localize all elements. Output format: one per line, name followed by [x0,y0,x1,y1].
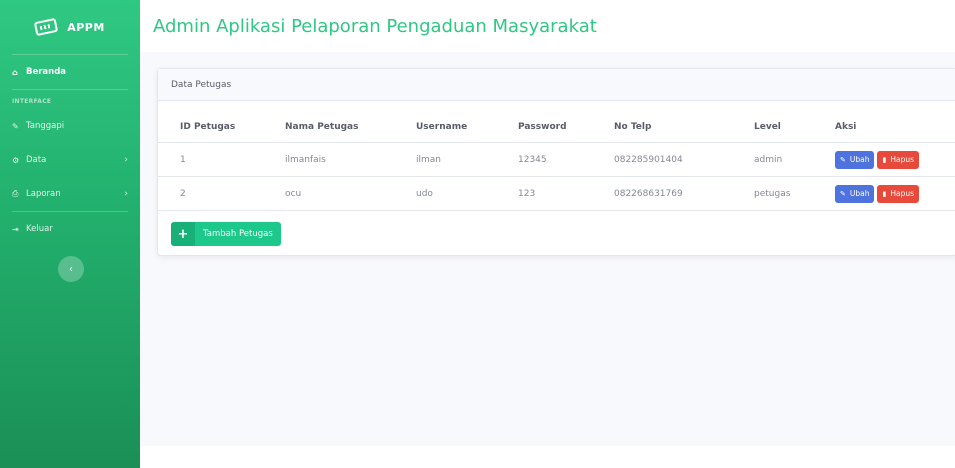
column-header: Level [754,121,781,132]
cell-password: 123 [518,188,536,199]
plus-icon: + [171,222,195,246]
sidebar-item-label: Tanggapi [26,121,65,131]
sidebar-item-label: Beranda [26,67,67,77]
cell-nama: ocu [285,188,302,199]
brand-name: APPM [67,20,105,34]
column-header: ID Petugas [180,121,236,132]
cell-username: udo [416,188,433,199]
edit-button-label: Ubah [849,189,870,198]
petugas-card: Data Petugas ID Petugas Nama Petugas Use… [157,68,955,256]
cell-nama: ilmanfais [285,154,326,165]
edit-button-label: Ubah [849,155,870,164]
print-icon: ⎙ [12,189,19,198]
gear-icon: ⚙ [12,155,20,165]
column-header: Username [416,121,468,132]
petugas-table: ID Petugas Nama Petugas Username Passwor… [158,111,955,211]
cell-actions: ✎ Ubah ▮ Hapus [835,177,920,210]
table-header-row: ID Petugas Nama Petugas Username Passwor… [158,111,955,143]
cell-password: 12345 [518,154,547,165]
sidebar-toggle-button[interactable]: ‹ [58,256,84,282]
delete-button-label: Hapus [890,189,915,198]
topbar: Admin Aplikasi Pelaporan Pengaduan Masya… [140,0,955,52]
cell-telp: 082268631769 [614,188,683,199]
cell-level: petugas [754,188,791,199]
add-petugas-button[interactable]: + Tambah Petugas [171,222,281,246]
cell-level: admin [754,154,783,165]
sidebar-item-keluar[interactable]: ⇥ Keluar [0,212,140,246]
sidebar-item-data[interactable]: ⚙ Data › [0,143,140,177]
column-header: Nama Petugas [285,121,359,132]
column-header: No Telp [614,121,652,132]
delete-button[interactable]: ▮ Hapus [877,184,920,203]
edit-icon: ✎ [840,189,846,198]
edit-button[interactable]: ✎ Ubah [835,184,875,203]
add-petugas-label: Tambah Petugas [203,229,273,239]
sidebar-heading: INTERFACE [12,98,52,105]
cell-id: 2 [180,188,186,199]
sidebar-item-label: Keluar [26,224,53,234]
edit-icon: ✎ [840,155,846,164]
home-icon: ⌂ [12,67,18,77]
cell-actions: ✎ Ubah ▮ Hapus [835,143,920,176]
cell-id: 1 [180,154,186,165]
keyboard-icon [33,17,59,37]
edit-button[interactable]: ✎ Ubah [835,150,875,169]
sidebar-item-beranda[interactable]: ⌂ Beranda [0,55,140,89]
cell-username: ilman [416,154,441,165]
table-row: 1 ilmanfais ilman 12345 082285901404 adm… [158,143,955,177]
brand[interactable]: APPM [0,0,140,54]
trash-icon: ▮ [882,189,887,198]
column-header: Aksi [835,121,857,132]
sidebar-item-tanggapi[interactable]: ✎ Tanggapi [0,109,140,143]
sidebar-item-laporan[interactable]: ⎙ Laporan › [0,177,140,211]
table-row: 2 ocu udo 123 082268631769 petugas ✎ Uba… [158,177,955,211]
edit-icon: ✎ [12,121,19,131]
chevron-left-icon: ‹ [69,263,73,275]
chevron-right-icon: › [124,189,128,199]
page-title: Admin Aplikasi Pelaporan Pengaduan Masya… [153,15,597,37]
logout-icon: ⇥ [12,224,19,234]
sidebar-item-label: Laporan [26,189,61,199]
main-content: Admin Aplikasi Pelaporan Pengaduan Masya… [140,0,955,468]
sidebar: APPM ⌂ Beranda INTERFACE ✎ Tanggapi ⚙ Da… [0,0,140,468]
column-header: Password [518,121,567,132]
footer [140,446,955,468]
chevron-right-icon: › [124,155,128,165]
sidebar-item-label: Data [26,155,47,165]
cell-telp: 082285901404 [614,154,683,165]
delete-button[interactable]: ▮ Hapus [877,150,920,169]
card-title: Data Petugas [158,69,955,101]
trash-icon: ▮ [882,155,887,164]
delete-button-label: Hapus [890,155,915,164]
